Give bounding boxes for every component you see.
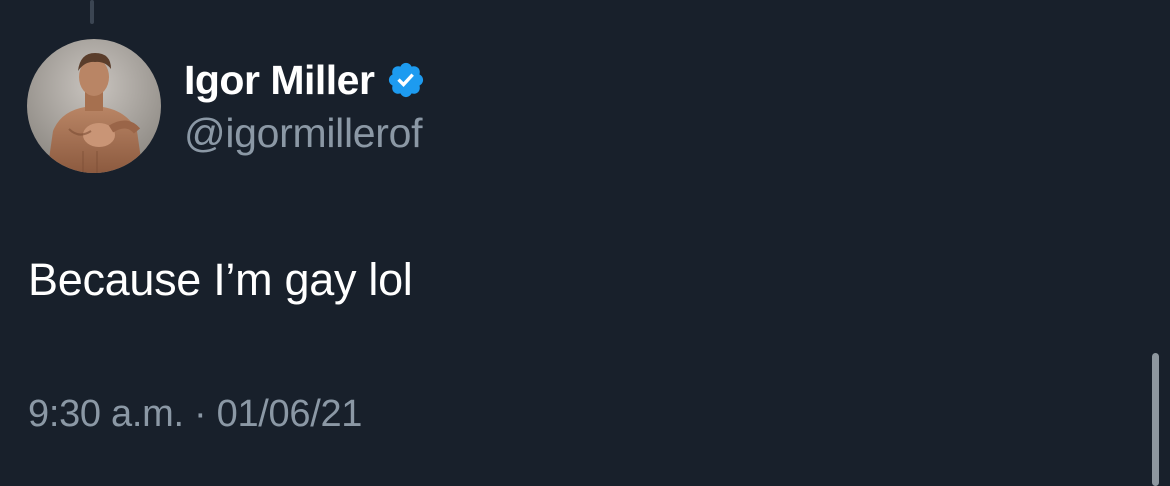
timestamp-separator: · xyxy=(194,393,207,435)
thread-connector-line xyxy=(90,0,94,24)
tweet-date[interactable]: 01/06/21 xyxy=(217,393,363,435)
tweet-detail: Igor Miller @igormillerof Because I’m ga… xyxy=(0,0,1170,486)
verified-badge-icon[interactable] xyxy=(386,60,426,100)
name-row: Igor Miller xyxy=(184,52,426,108)
tweet-time[interactable]: 9:30 a.m. xyxy=(28,393,184,435)
avatar-photo-icon xyxy=(27,39,161,173)
author-handle[interactable]: @igormillerof xyxy=(184,110,426,157)
tweet-timestamp: 9:30 a.m. · 01/06/21 xyxy=(28,393,362,436)
display-name[interactable]: Igor Miller xyxy=(184,57,375,104)
avatar[interactable] xyxy=(27,39,161,173)
tweet-text: Because I’m gay lol xyxy=(28,254,413,305)
scrollbar-thumb[interactable] xyxy=(1152,353,1159,486)
author-block: Igor Miller @igormillerof xyxy=(184,52,426,157)
